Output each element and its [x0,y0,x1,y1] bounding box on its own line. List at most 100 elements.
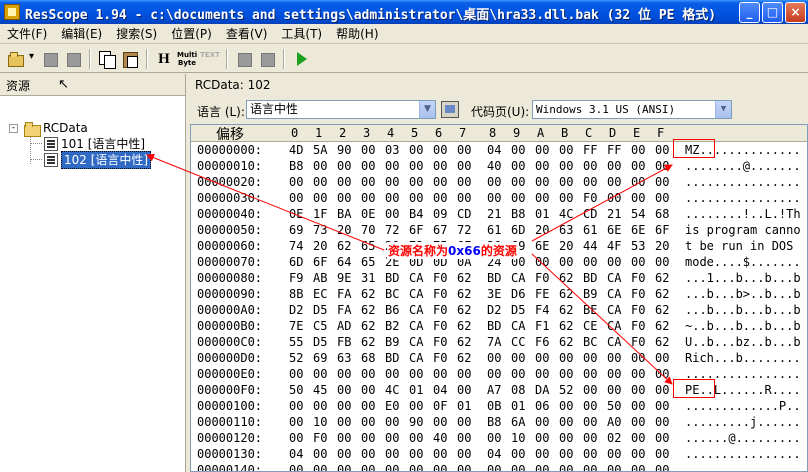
title-bar[interactable]: ResScope 1.94 - c:\documents and setting… [0,0,808,24]
hex-byte[interactable]: 20 [313,238,327,254]
hex-byte[interactable]: 6E [631,222,645,238]
hex-byte[interactable]: 00 [559,174,573,190]
hex-byte[interactable]: CA [607,318,621,334]
hex-byte[interactable]: 55 [289,334,303,350]
hex-byte[interactable]: 62 [457,270,471,286]
hex-row[interactable]: 00000020: 00 00 00 00 00 00 00 00 00 00 00 00 00 00 00 0… [191,174,807,190]
hex-byte[interactable]: 00 [631,462,645,471]
hex-byte[interactable]: 52 [289,350,303,366]
hex-byte[interactable]: 00 [583,462,597,471]
hex-byte[interactable]: 00 [559,398,573,414]
hex-byte[interactable]: 09 [433,206,447,222]
hex-byte[interactable]: 00 [631,430,645,446]
hex-byte[interactable]: 00 [361,366,375,382]
hex-byte[interactable]: 00 [631,142,645,158]
hex-byte[interactable]: 6D [511,222,525,238]
hex-byte[interactable]: B6 [385,302,399,318]
hex-byte[interactable]: BD [583,270,597,286]
hex-byte[interactable]: 00 [385,206,399,222]
hex-byte[interactable]: 00 [337,174,351,190]
hex-byte[interactable]: 62 [559,318,573,334]
hex-byte[interactable]: 00 [559,366,573,382]
hex-byte[interactable]: 00 [313,462,327,471]
hex-byte[interactable]: 00 [655,174,669,190]
hex-byte[interactable]: 69 [313,350,327,366]
hex-view-button[interactable]: H [154,49,174,69]
hex-row[interactable]: 00000130: 04 00 00 00 00 00 00 00 04 00 00 00 00 00 00 0… [191,446,807,462]
hex-byte[interactable]: 00 [457,462,471,471]
hex-byte[interactable]: F0 [631,334,645,350]
collapse-toggle[interactable]: - [9,124,18,133]
paste-icon[interactable] [120,49,140,69]
hex-byte[interactable]: 00 [361,142,375,158]
hex-byte[interactable]: F0 [433,302,447,318]
hex-byte[interactable]: 00 [289,398,303,414]
hex-byte[interactable]: 00 [559,414,573,430]
hex-byte[interactable]: 00 [583,430,597,446]
hex-byte[interactable]: 1F [313,206,327,222]
hex-byte[interactable]: 40 [433,430,447,446]
hex-byte[interactable]: 00 [337,366,351,382]
chevron-down-icon[interactable]: ▼ [715,101,731,118]
hex-byte[interactable]: 00 [385,430,399,446]
hex-byte[interactable]: 65 [361,238,375,254]
hex-byte[interactable]: 00 [457,158,471,174]
hex-byte[interactable]: 00 [289,366,303,382]
hex-byte[interactable]: F0 [433,286,447,302]
hex-byte[interactable]: A7 [487,382,501,398]
hex-byte[interactable]: 4C [559,206,573,222]
hex-byte[interactable]: 00 [457,366,471,382]
hex-byte[interactable]: 00 [337,158,351,174]
hex-byte[interactable]: CA [409,302,423,318]
hex-byte[interactable]: F0 [631,318,645,334]
hex-byte[interactable]: 00 [559,158,573,174]
hex-byte[interactable]: 04 [487,142,501,158]
hex-byte[interactable]: 10 [313,414,327,430]
hex-byte[interactable]: 00 [655,142,669,158]
hex-byte[interactable]: D6 [511,286,525,302]
language-settings-icon[interactable] [441,101,459,118]
hex-byte[interactable]: 00 [535,430,549,446]
hex-byte[interactable]: 00 [409,462,423,471]
hex-byte[interactable]: D2 [487,302,501,318]
hex-byte[interactable]: 00 [487,350,501,366]
hex-byte[interactable]: CA [511,270,525,286]
hex-byte[interactable]: F0 [433,318,447,334]
hex-byte[interactable]: 6E [607,222,621,238]
hex-byte[interactable]: 08 [511,382,525,398]
hex-byte[interactable]: 62 [457,302,471,318]
hex-row[interactable]: 00000140: 00 00 00 00 00 00 00 00 00 00 00 00 00 00 00 0… [191,462,807,471]
hex-byte[interactable]: 01 [535,206,549,222]
hex-byte[interactable]: 00 [607,462,621,471]
hex-byte[interactable]: 00 [631,446,645,462]
hex-byte[interactable]: 00 [535,158,549,174]
hex-byte[interactable]: 00 [631,254,645,270]
hex-byte[interactable]: DA [535,382,549,398]
hex-row[interactable]: 00000110: 00 10 00 00 00 90 00 00 B8 6A 00 00 00 A0 00 0… [191,414,807,430]
hex-byte[interactable]: 62 [559,286,573,302]
hex-byte[interactable]: 00 [361,158,375,174]
hex-byte[interactable]: 00 [607,254,621,270]
hex-byte[interactable]: FA [337,286,351,302]
hex-byte[interactable]: 00 [457,430,471,446]
hex-byte[interactable]: 00 [409,366,423,382]
hex-byte[interactable]: 00 [487,174,501,190]
hex-byte[interactable]: 00 [289,174,303,190]
hex-byte[interactable]: 00 [535,414,549,430]
hex-byte[interactable]: 63 [337,350,351,366]
hex-row[interactable]: 00000120: 00 F0 00 00 00 00 40 00 00 10 00 00 00 02 00 0… [191,430,807,446]
hex-byte[interactable]: 74 [289,238,303,254]
hex-byte[interactable]: 00 [583,446,597,462]
language-select[interactable]: 语言中性 ▼ [246,100,436,119]
hex-byte[interactable]: 00 [385,462,399,471]
multibyte-button[interactable]: Multi Byte [177,49,197,69]
hex-byte[interactable]: F6 [535,334,549,350]
hex-row[interactable]: 000000D0: 52 69 63 68 BD CA F0 62 00 00 00 00 00 00 00 0… [191,350,807,366]
hex-byte[interactable]: BE [583,302,597,318]
hex-byte[interactable]: 0F [433,398,447,414]
hex-byte[interactable]: BC [583,334,597,350]
hex-byte[interactable]: 00 [361,414,375,430]
hex-byte[interactable]: 01 [457,398,471,414]
hex-byte[interactable]: 00 [457,190,471,206]
hex-byte[interactable]: F0 [433,270,447,286]
